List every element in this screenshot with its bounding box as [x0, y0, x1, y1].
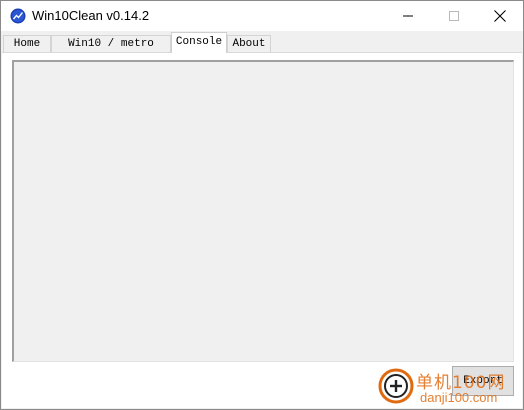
- danji-logo: [378, 368, 414, 404]
- close-button[interactable]: [477, 1, 523, 31]
- maximize-icon: [449, 11, 459, 21]
- console-tab-panel: Export: [2, 52, 522, 408]
- watermark-domain: danji100.com: [420, 390, 498, 405]
- minimize-icon: [403, 15, 413, 17]
- win10clean-app-icon: [10, 8, 26, 24]
- console-output-textbox[interactable]: [12, 60, 514, 362]
- window-title: Win10Clean v0.14.2: [32, 8, 150, 23]
- tab-about[interactable]: About: [227, 35, 271, 52]
- tab-strip: Home Win10 / metro apps Console About: [1, 31, 523, 67]
- watermark: 单机100网 danji100.com: [376, 366, 522, 408]
- maximize-button[interactable]: [431, 1, 477, 31]
- tab-console[interactable]: Console: [171, 32, 227, 53]
- tab-home[interactable]: Home: [3, 35, 51, 52]
- title-bar[interactable]: Win10Clean v0.14.2: [1, 1, 523, 31]
- tab-win10-metro-apps[interactable]: Win10 / metro apps: [51, 35, 171, 67]
- app-window: Win10Clean v0.14.2 Home Win10 / metro ap…: [0, 0, 524, 410]
- minimize-button[interactable]: [385, 1, 431, 31]
- close-icon: [494, 10, 506, 22]
